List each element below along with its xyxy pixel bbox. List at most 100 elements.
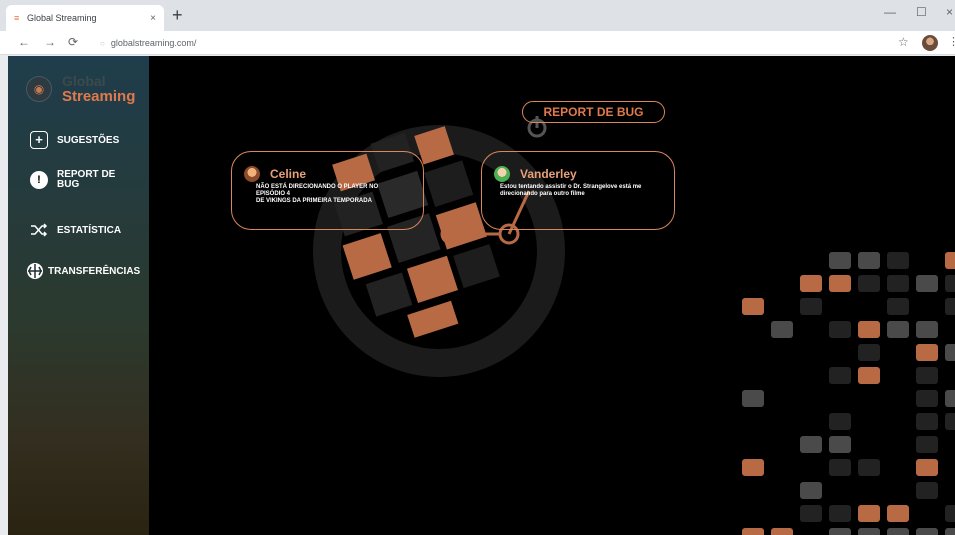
decorative-square bbox=[916, 344, 938, 361]
shuffle-icon bbox=[30, 221, 48, 239]
decorative-square bbox=[771, 321, 793, 338]
decorative-square bbox=[771, 528, 793, 535]
brand-name-line2: Streaming bbox=[62, 88, 136, 105]
decorative-square bbox=[916, 436, 938, 453]
decorative-square bbox=[829, 321, 851, 338]
tab-close-icon[interactable]: × bbox=[150, 13, 156, 24]
decorative-square bbox=[887, 321, 909, 338]
decorative-square bbox=[945, 275, 955, 292]
sidebar-item-label: SUGESTÕES bbox=[57, 134, 120, 146]
decorative-square bbox=[945, 390, 955, 407]
decorative-square bbox=[829, 459, 851, 476]
decorative-square bbox=[800, 505, 822, 522]
url-text: globalstreaming.com/ bbox=[110, 38, 197, 48]
decorative-square bbox=[800, 436, 822, 453]
sidebar-item-transferencias[interactable]: TRANSFERÊNCIAS bbox=[26, 262, 140, 280]
tab-title: Global Streaming bbox=[27, 13, 97, 23]
decorative-square bbox=[945, 344, 955, 361]
report-user-name: Vanderley bbox=[520, 167, 577, 181]
decorative-square bbox=[829, 275, 851, 292]
decorative-square bbox=[916, 275, 938, 292]
profile-avatar[interactable] bbox=[922, 35, 938, 51]
info-icon: ○ bbox=[100, 38, 105, 48]
browser-tab[interactable]: ≡ Global Streaming × bbox=[6, 5, 164, 31]
back-button[interactable]: ← bbox=[18, 35, 30, 49]
bug-report-card[interactable]: Vanderley Estou tentando assistir o Dr. … bbox=[481, 151, 675, 230]
decorative-square bbox=[829, 528, 851, 535]
decorative-square bbox=[829, 367, 851, 384]
alert-icon: ! bbox=[30, 171, 48, 189]
browser-toolbar: ← → ⟳ ○ globalstreaming.com/ ☆ ⋮ bbox=[0, 31, 955, 55]
decorative-square bbox=[742, 298, 764, 315]
decorative-square bbox=[916, 459, 938, 476]
new-tab-button[interactable]: + bbox=[172, 6, 183, 24]
decorative-square bbox=[887, 528, 909, 535]
decorative-square bbox=[858, 275, 880, 292]
decorative-square bbox=[800, 482, 822, 499]
decorative-square bbox=[945, 252, 955, 269]
decorative-square bbox=[858, 459, 880, 476]
bug-report-card[interactable]: Celine NÃO ESTÁ DIRECIONANDO O PLAYER NO… bbox=[231, 151, 424, 230]
bookmark-star-icon[interactable]: ☆ bbox=[898, 35, 909, 49]
decorative-square bbox=[916, 367, 938, 384]
decorative-square bbox=[742, 459, 764, 476]
decorative-square bbox=[945, 505, 955, 522]
decorative-square bbox=[887, 505, 909, 522]
decorative-square bbox=[887, 252, 909, 269]
decorative-square bbox=[858, 367, 880, 384]
decorative-square bbox=[887, 298, 909, 315]
sidebar-item-label: ESTATÍSTICA bbox=[57, 224, 122, 236]
sidebar-item-estatistica[interactable]: ESTATÍSTICA bbox=[30, 221, 121, 239]
decorative-square bbox=[916, 413, 938, 430]
report-message-line: Estou tentando assistir o Dr. Strangelov… bbox=[500, 184, 642, 190]
decorative-square bbox=[858, 252, 880, 269]
decorative-square bbox=[742, 528, 764, 535]
brand[interactable]: ◉ Global Streaming bbox=[26, 74, 135, 104]
sidebar-item-label: TRANSFERÊNCIAS bbox=[48, 265, 141, 277]
decorative-square bbox=[858, 321, 880, 338]
report-message-line: NÃO ESTÁ DIRECIONANDO O PLAYER NO bbox=[256, 184, 379, 190]
report-message-line: EPISÓDIO 4 bbox=[256, 191, 291, 197]
decorative-square bbox=[916, 528, 938, 535]
brand-name-line1: Global bbox=[62, 73, 106, 89]
favicon-icon: ≡ bbox=[14, 13, 20, 23]
user-avatar bbox=[494, 166, 510, 182]
browser-tabbar: ≡ Global Streaming × + — ☐ × bbox=[0, 0, 955, 31]
minimize-button[interactable]: — bbox=[884, 5, 896, 19]
close-window-button[interactable]: × bbox=[946, 5, 953, 19]
decorative-square bbox=[742, 390, 764, 407]
sidebar: ◉ Global Streaming + SUGESTÕES ! REPORT … bbox=[8, 56, 149, 535]
decorative-square bbox=[916, 390, 938, 407]
decorative-square bbox=[829, 413, 851, 430]
reload-button[interactable]: ⟳ bbox=[68, 35, 78, 49]
plus-icon: + bbox=[30, 131, 48, 149]
decorative-square bbox=[858, 528, 880, 535]
sidebar-item-label: BUG bbox=[57, 179, 80, 190]
decorative-square bbox=[800, 298, 822, 315]
forward-button[interactable]: → bbox=[44, 35, 56, 49]
sidebar-item-sugestoes[interactable]: + SUGESTÕES bbox=[30, 131, 119, 149]
report-user-name: Celine bbox=[270, 167, 307, 181]
app-viewport: ◉ Global Streaming + SUGESTÕES ! REPORT … bbox=[8, 56, 955, 535]
maximize-button[interactable]: ☐ bbox=[916, 5, 927, 19]
report-message-line: DE VIKINGS DA PRIMEIRA TEMPORADA bbox=[256, 198, 372, 204]
decorative-square bbox=[829, 505, 851, 522]
decorative-square bbox=[945, 528, 955, 535]
decorative-square bbox=[858, 505, 880, 522]
decorative-square bbox=[800, 275, 822, 292]
brand-logo-icon: ◉ bbox=[26, 76, 52, 102]
page-title: REPORT DE BUG bbox=[522, 101, 665, 123]
decorative-square bbox=[916, 321, 938, 338]
decorative-square bbox=[887, 275, 909, 292]
address-bar[interactable]: ○ globalstreaming.com/ bbox=[96, 34, 886, 52]
decorative-square bbox=[829, 252, 851, 269]
decorative-square bbox=[858, 344, 880, 361]
main-content: REPORT DE BUG Celine NÃO ESTÁ DIRECIONAN… bbox=[149, 56, 955, 535]
browser-menu-icon[interactable]: ⋮ bbox=[948, 35, 955, 48]
report-message-line: direcionando para outro filme bbox=[500, 191, 585, 197]
decorative-square bbox=[945, 413, 955, 430]
sidebar-item-report-bug[interactable]: ! REPORT DE BUG bbox=[30, 170, 115, 190]
decorative-square bbox=[945, 298, 955, 315]
decorative-square bbox=[916, 482, 938, 499]
transfer-icon bbox=[26, 262, 44, 280]
